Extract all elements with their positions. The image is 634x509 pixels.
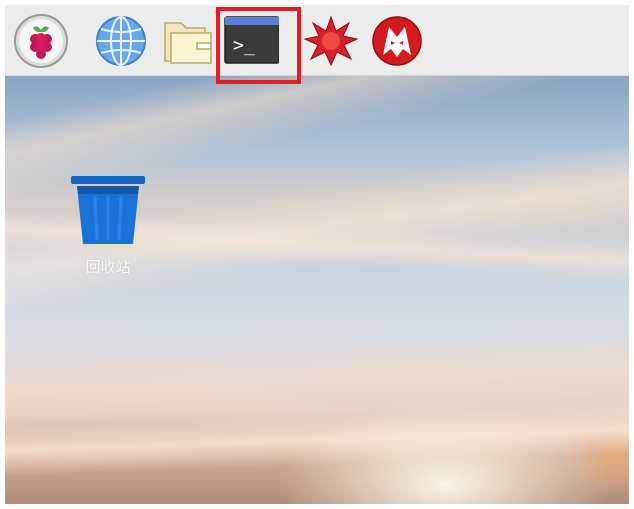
mathematica-button[interactable] — [303, 15, 359, 67]
desktop-wallpaper[interactable]: 回收站 — [5, 75, 629, 504]
wallpaper-cloud — [5, 404, 629, 476]
web-browser-button[interactable] — [93, 15, 149, 67]
wolfram-wolf-icon — [372, 16, 422, 66]
raspberry-icon — [14, 14, 68, 68]
mathematica-spikey-icon — [303, 15, 359, 67]
raspberry-menu-button[interactable] — [13, 13, 69, 68]
folder-icon — [164, 22, 212, 64]
trash-shortcut[interactable]: 回收站 — [65, 170, 151, 290]
file-manager-button[interactable] — [161, 15, 217, 67]
screen: 回收站 >_ — [5, 5, 629, 504]
terminal-highlight-box — [216, 7, 301, 84]
taskbar: >_ — [5, 5, 629, 84]
globe-icon — [96, 16, 146, 66]
trash-label: 回收站 — [85, 258, 131, 276]
wolfram-button[interactable] — [369, 15, 425, 67]
trash-can-icon — [71, 176, 145, 244]
